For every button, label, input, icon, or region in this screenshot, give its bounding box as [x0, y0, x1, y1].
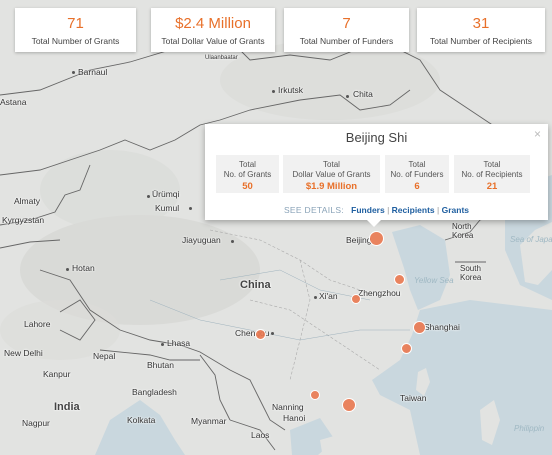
see-details-row: SEE DETAILS: Funders | Recipients | Gran…: [205, 205, 548, 215]
stat-total-recipients: 31 Total Number of Recipients: [417, 8, 545, 52]
place-label-barnaul: Barnaul: [78, 67, 108, 77]
place-label-nagpur: Nagpur: [22, 418, 50, 428]
stat-value: 71: [67, 15, 84, 32]
city-dot: [66, 268, 69, 271]
city-dot: [231, 240, 234, 243]
grants-link[interactable]: Grants: [442, 205, 469, 215]
close-icon[interactable]: ×: [534, 127, 541, 141]
location-popup: Beijing Shi × Total No. of Grants 50 Tot…: [205, 124, 548, 220]
city-dot: [314, 296, 317, 299]
grant-marker-beijing[interactable]: [369, 231, 384, 246]
city-dot: [161, 343, 164, 346]
place-label-kanpur: Kanpur: [43, 369, 71, 379]
popup-cell-recipients: Total No. of Recipients 21: [454, 155, 530, 193]
stat-label: Total Number of Recipients: [429, 36, 533, 46]
city-dot: [189, 207, 192, 210]
popup-title: Beijing Shi: [345, 130, 408, 145]
cell-label-line1: Total: [239, 160, 256, 169]
place-label-taiwan: Taiwan: [400, 393, 427, 403]
place-label-north-korea: North Korea: [452, 222, 474, 240]
stat-label: Total Dollar Value of Grants: [161, 36, 265, 46]
stat-label: Total Number of Funders: [299, 36, 394, 46]
stat-value: 31: [472, 15, 490, 32]
link-separator: |: [387, 205, 390, 215]
cell-label-line2: No. of Funders: [390, 170, 444, 179]
cell-label-line1: Total: [408, 160, 426, 169]
place-label-hanoi: Hanoi: [283, 413, 306, 423]
place-label-hotan: Hotan: [72, 263, 95, 273]
place-label-ulaanbaatar: Ulaanbaatar: [205, 55, 238, 61]
popup-pointer: [366, 219, 382, 227]
stat-total-funders: 7 Total Number of Funders: [284, 8, 409, 52]
grant-marker[interactable]: [342, 398, 356, 412]
city-dot: [72, 71, 75, 74]
popup-cell-dollar-value: Total Dollar Value of Grants $1.9 Millio…: [283, 155, 380, 193]
place-label-laos: Laos: [251, 430, 270, 440]
place-label-zhengzhou: Zhengzhou: [358, 288, 401, 298]
place-label-yellow-sea: Yellow Sea: [414, 276, 454, 285]
stat-value: 7: [342, 15, 351, 32]
city-dot: [272, 90, 275, 93]
place-label-philippine-sea: Philippin: [514, 424, 545, 433]
cell-label-line1: Total: [323, 160, 340, 169]
stat-label: Total Number of Grants: [31, 36, 120, 46]
cell-value: 6: [414, 181, 420, 192]
place-label-irkutsk: Irkutsk: [278, 85, 304, 95]
see-details-label: SEE DETAILS:: [283, 205, 345, 215]
stat-value: $2.4 Million: [175, 15, 251, 32]
link-separator: |: [437, 205, 440, 215]
cell-label-line1: Total: [483, 160, 501, 169]
place-label-new-delhi: New Delhi: [4, 348, 43, 358]
place-label-beijing: Beijing: [346, 235, 372, 245]
place-label-nepal: Nepal: [93, 351, 116, 361]
cell-label-line2: No. of Grants: [223, 170, 272, 179]
place-label-bhutan: Bhutan: [147, 360, 174, 370]
city-dot: [147, 195, 150, 198]
grant-marker[interactable]: [401, 343, 412, 354]
place-label-kyrgyzstan: Kyrgyzstan: [2, 215, 45, 225]
place-label-myanmar: Myanmar: [191, 416, 227, 426]
grant-marker-shanghai[interactable]: [413, 321, 426, 334]
stat-total-grants: 71 Total Number of Grants: [15, 8, 136, 52]
grant-marker-zhengzhou[interactable]: [351, 294, 361, 304]
cell-label-line2: Dollar Value of Grants: [292, 170, 371, 179]
grant-marker[interactable]: [310, 390, 320, 400]
place-label-kolkata: Kolkata: [127, 415, 156, 425]
place-label-almaty: Almaty: [14, 196, 40, 206]
grant-marker[interactable]: [394, 274, 405, 285]
city-dot: [346, 95, 349, 98]
recipients-link[interactable]: Recipients: [392, 205, 435, 215]
place-label-xian: Xi'an: [319, 291, 338, 301]
place-label-bangladesh: Bangladesh: [132, 387, 177, 397]
place-label-lhasa: Lhasa: [167, 338, 191, 348]
place-label-kumul: Kumul: [155, 203, 180, 213]
place-label-china: China: [240, 279, 271, 291]
place-label-south-korea: South Korea: [460, 264, 482, 282]
cell-value: 21: [486, 181, 498, 192]
place-label-shanghai: Shanghai: [424, 322, 460, 332]
place-label-lahore: Lahore: [24, 319, 51, 329]
place-label-india: India: [54, 401, 80, 413]
stat-total-dollar-value: $2.4 Million Total Dollar Value of Grant…: [151, 8, 275, 52]
cell-value: 50: [242, 181, 253, 192]
cell-value: $1.9 Million: [305, 181, 358, 192]
place-label-jiayuguan: Jiayuguan: [182, 235, 221, 245]
funders-link[interactable]: Funders: [351, 205, 385, 215]
place-label-astana: Astana: [0, 97, 27, 107]
cell-label-line2: No. of Recipients: [461, 170, 523, 179]
grant-marker-chengdu[interactable]: [255, 329, 266, 340]
city-dot: [271, 332, 274, 335]
place-label-nanning: Nanning: [272, 402, 304, 412]
popup-cell-grants: Total No. of Grants 50: [216, 155, 279, 193]
place-label-sea-of-japan: Sea of Japa: [510, 235, 552, 244]
place-label-chita: Chita: [353, 89, 373, 99]
place-label-urumqi: Ürümqi: [152, 189, 180, 199]
popup-cell-funders: Total No. of Funders 6: [385, 155, 449, 193]
